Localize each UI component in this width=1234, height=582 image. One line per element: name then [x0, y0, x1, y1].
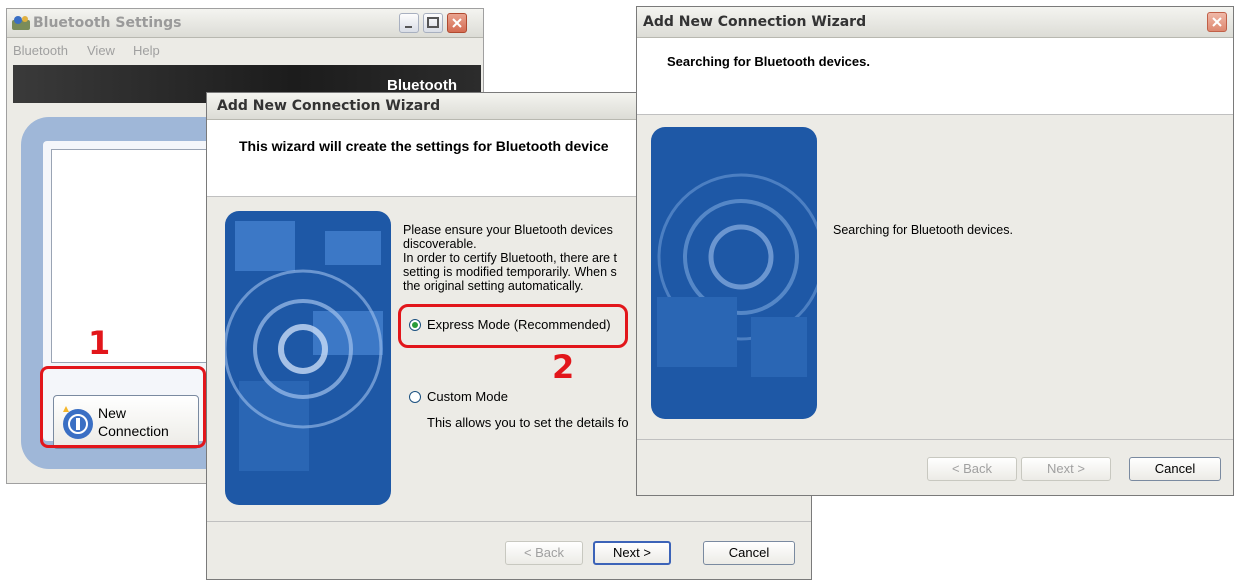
- maximize-icon: [427, 17, 439, 28]
- step-2-label: 2: [552, 348, 575, 386]
- minimize-button[interactable]: [399, 13, 419, 33]
- intro-line: discoverable.: [403, 237, 477, 251]
- intro-line: In order to certify Bluetooth, there are…: [403, 251, 618, 265]
- close-button[interactable]: [447, 13, 467, 33]
- searching-status: Searching for Bluetooth devices.: [833, 223, 1013, 237]
- wizard2-divider: [637, 439, 1233, 440]
- wizard1-title: Add New Connection Wizard: [217, 98, 441, 114]
- wizard2-cancel-button[interactable]: Cancel: [1129, 457, 1221, 481]
- custom-mode-description: This allows you to set the details fo: [427, 415, 629, 430]
- wizard2-header-text: Searching for Bluetooth devices.: [667, 54, 870, 69]
- custom-mode-label[interactable]: Custom Mode: [427, 389, 508, 404]
- wizard1-illustration: [225, 211, 391, 505]
- menu-help[interactable]: Help: [133, 43, 160, 58]
- intro-line: setting is modified temporarily. When s: [403, 265, 617, 279]
- intro-line: Please ensure your Bluetooth devices: [403, 223, 613, 237]
- wizard2-close-button[interactable]: [1207, 12, 1227, 32]
- close-icon: [1212, 17, 1222, 27]
- wizard2-title: Add New Connection Wizard: [643, 14, 867, 30]
- custom-mode-radio[interactable]: [409, 391, 421, 403]
- wizard1-back-button[interactable]: < Back: [505, 541, 583, 565]
- intro-line: the original setting automatically.: [403, 279, 584, 293]
- express-mode-highlight: [398, 304, 628, 348]
- close-icon: [452, 18, 462, 28]
- wizard2-back-button[interactable]: < Back: [927, 457, 1017, 481]
- menu-bar: Bluetooth View Help: [7, 39, 483, 61]
- wizard1-intro: Please ensure your Bluetooth devices dis…: [403, 223, 631, 293]
- menu-bluetooth[interactable]: Bluetooth: [13, 43, 68, 58]
- title-bar[interactable]: Bluetooth Settings: [7, 9, 483, 38]
- maximize-button[interactable]: [423, 13, 443, 33]
- wizard1-divider: [207, 521, 811, 522]
- wizard1-next-button[interactable]: Next >: [593, 541, 671, 565]
- wizard2-title-bar[interactable]: Add New Connection Wizard: [637, 7, 1233, 38]
- wizard2-illustration: [651, 127, 817, 419]
- new-connection-highlight: [40, 366, 206, 448]
- wizard1-header-text: This wizard will create the settings for…: [239, 138, 609, 154]
- wizard-window-searching: Add New Connection Wizard Searching for …: [636, 6, 1234, 496]
- wizard2-next-button[interactable]: Next >: [1021, 457, 1111, 481]
- window-title: Bluetooth Settings: [33, 15, 182, 31]
- wizard2-header: Searching for Bluetooth devices.: [637, 38, 1233, 115]
- step-1-label: 1: [88, 324, 111, 362]
- bluetooth-app-icon: [12, 16, 30, 30]
- wizard1-cancel-button[interactable]: Cancel: [703, 541, 795, 565]
- minimize-icon: [405, 26, 412, 28]
- menu-view[interactable]: View: [87, 43, 115, 58]
